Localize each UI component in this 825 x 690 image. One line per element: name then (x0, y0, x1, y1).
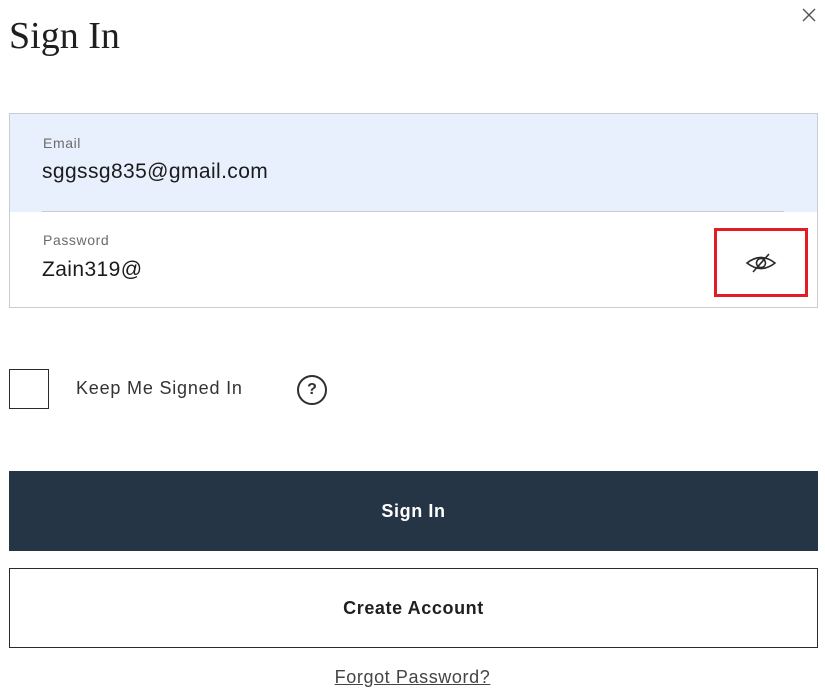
password-visibility-toggle[interactable] (714, 228, 808, 297)
sign-in-button[interactable]: Sign In (9, 471, 818, 551)
keep-signed-in-label: Keep Me Signed In (76, 378, 243, 398)
create-account-button[interactable]: Create Account (9, 568, 818, 648)
password-input[interactable]: Zain319@ (42, 258, 142, 282)
forgot-password-link[interactable]: Forgot Password? (0, 667, 825, 688)
password-label: Password (43, 232, 110, 248)
help-glyph: ? (307, 381, 317, 398)
help-icon[interactable]: ? (297, 375, 327, 405)
close-icon (802, 8, 816, 22)
email-field[interactable]: Email sggssg835@gmail.com (10, 114, 817, 212)
sign-in-dialog: Sign In Email sggssg835@gmail.com Passwo… (0, 0, 825, 690)
close-button[interactable] (796, 2, 822, 28)
keep-signed-in-checkbox[interactable] (9, 369, 49, 409)
page-title: Sign In (9, 15, 120, 57)
credentials-fieldset: Email sggssg835@gmail.com Password Zain3… (9, 113, 818, 308)
field-divider (42, 211, 784, 212)
email-input[interactable]: sggssg835@gmail.com (42, 160, 268, 184)
email-label: Email (43, 135, 82, 151)
eye-slash-icon (745, 252, 777, 273)
